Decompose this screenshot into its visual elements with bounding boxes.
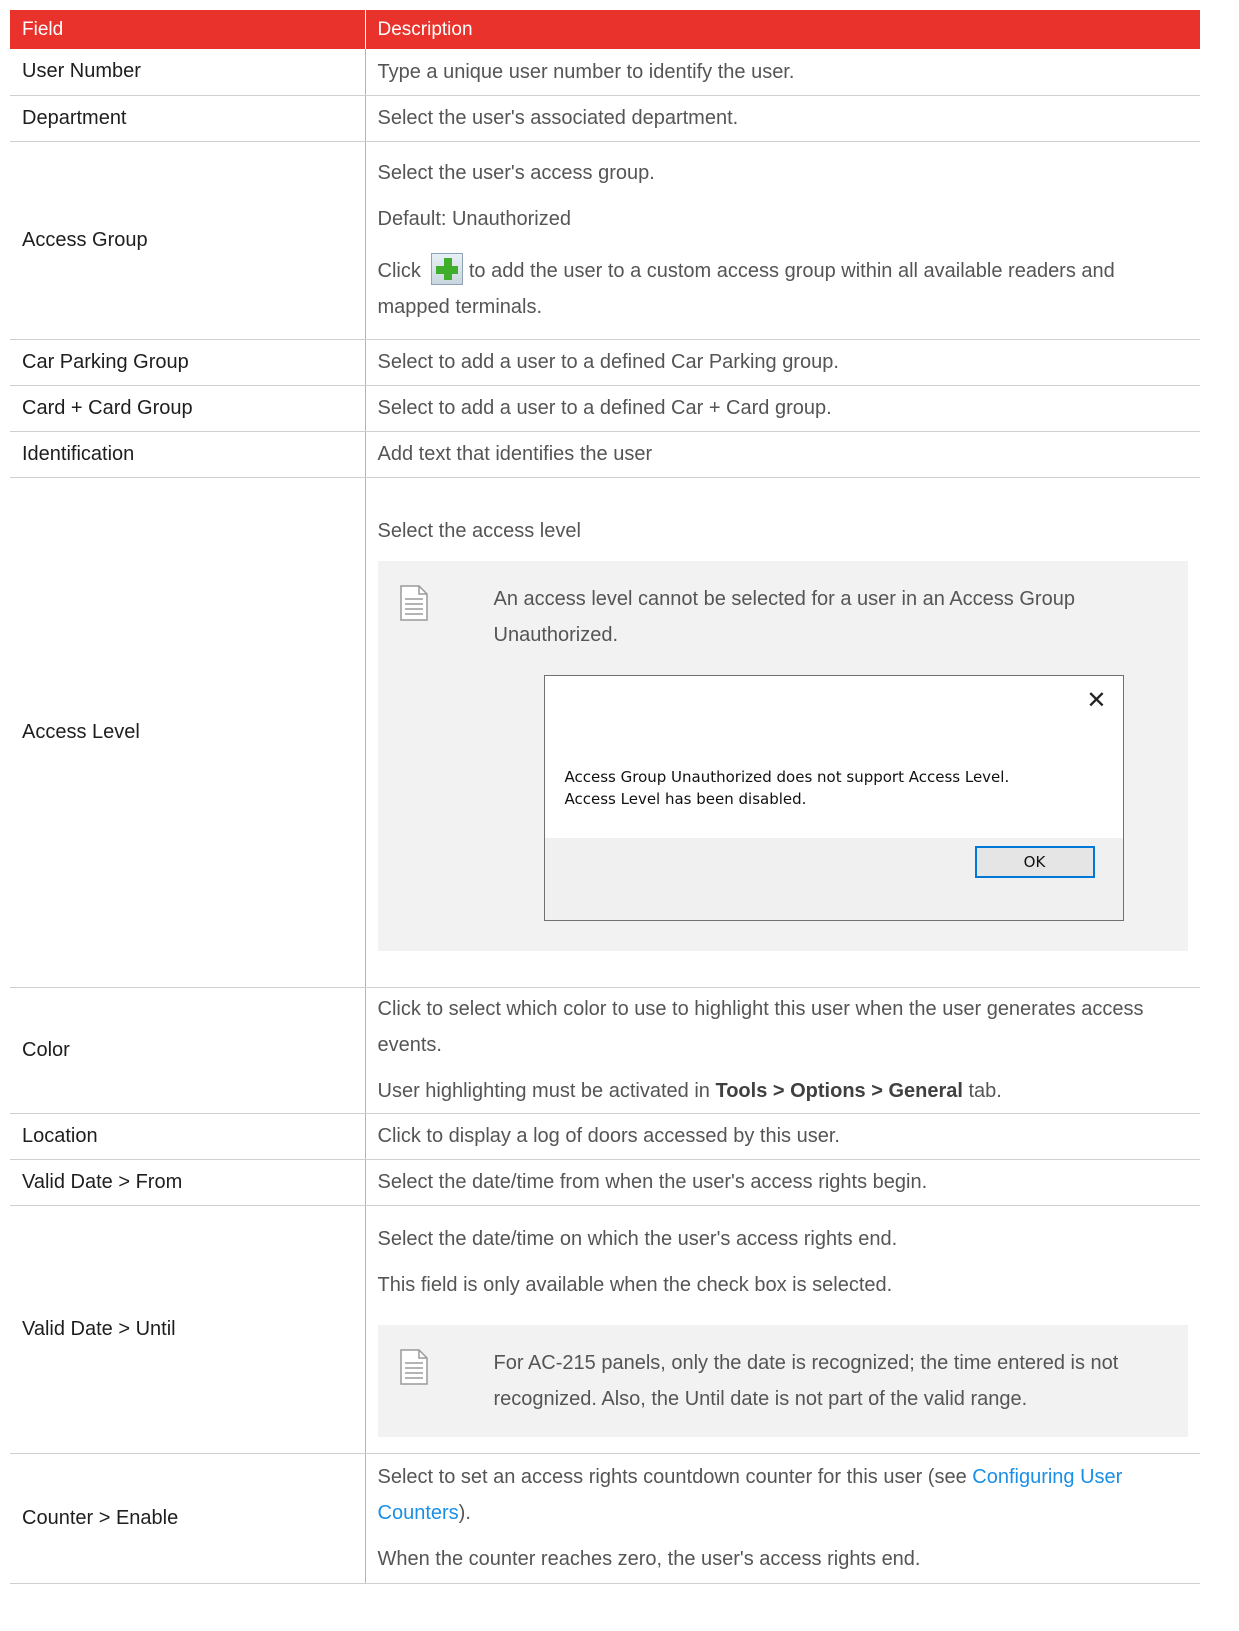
field-name: Counter > Enable [10,1453,366,1584]
note-box: An access level cannot be selected for a… [377,561,1188,951]
table-row: Counter > Enable Select to set an access… [10,1453,1200,1584]
header-field: Field [10,10,366,49]
dialog-message-line: Access Group Unauthorized does not suppo… [564,768,1010,786]
description-default: Default: Unauthorized [377,208,571,230]
click-suffix: to add the user to a custom access group… [377,260,1115,318]
field-name: Color [10,987,366,1114]
field-description: Add text that identifies the user [365,431,1200,478]
table-row: Access Group Select the user's access gr… [10,141,1200,340]
field-description: Select to add a user to a defined Car Pa… [365,339,1200,386]
table-row: Location Click to display a log of doors… [10,1113,1200,1160]
description-text: Select to add a user to a defined Car Pa… [377,351,839,373]
table-row: Valid Date > Until Select the date/time … [10,1205,1200,1454]
close-icon[interactable]: ✕ [1086,688,1106,712]
table-row: User Number Type a unique user number to… [10,49,1200,96]
note-text: An access level cannot be selected for a… [493,588,1075,646]
field-description: Select the user's associated department. [365,95,1200,142]
field-description: Select the access level An access level … [365,477,1200,988]
description-text: Select the date/time from when the user'… [377,1171,928,1193]
description-text: This field is only available when the ch… [377,1274,893,1296]
table-row: Department Select the user's associated … [10,95,1200,142]
table-row: Valid Date > From Select the date/time f… [10,1159,1200,1206]
table-row: Identification Add text that identifies … [10,431,1200,478]
description-text: Click to select which color to use to hi… [377,998,1144,1056]
field-name: Location [10,1113,366,1160]
document-icon [399,1349,428,1385]
field-name: User Number [10,49,366,96]
ok-button[interactable]: OK [974,846,1095,878]
table-row: Car Parking Group Select to add a user t… [10,339,1200,386]
field-name: Department [10,95,366,142]
field-name: Access Level [10,477,366,988]
description-text: Select the user's access group. [377,162,655,184]
warning-dialog: ✕ Access Group Unauthorized does not sup… [543,675,1124,921]
description-highlight: User highlighting must be activated in T… [378,1073,1189,1109]
field-name: Identification [10,431,366,478]
counter-after: ). [458,1502,471,1524]
note-text: For AC-215 panels, only the date is reco… [493,1352,1119,1410]
description-text: Click to display a log of doors accessed… [377,1125,840,1147]
field-name: Access Group [10,141,366,340]
field-description: Click to select which color to use to hi… [365,987,1200,1114]
field-description: Click to display a log of doors accessed… [365,1113,1200,1160]
note-box: For AC-215 panels, only the date is reco… [377,1325,1188,1437]
header-row: Field Description [10,10,1200,49]
fields-table: Field Description User Number Type a uni… [10,10,1200,1584]
field-description: Select to set an access rights countdown… [365,1453,1200,1584]
field-description: Select the date/time from when the user'… [365,1159,1200,1206]
table-row: Access Level Select the access level An … [10,477,1200,988]
dialog-message: Access Group Unauthorized does not suppo… [565,766,1010,810]
description-text: Select to add a user to a defined Car + … [377,397,832,419]
dialog-message-line: Access Level has been disabled. [564,790,807,808]
table-row: Color Click to select which color to use… [10,987,1200,1114]
field-description: Select the user's access group. Default:… [365,141,1200,340]
field-name: Car Parking Group [10,339,366,386]
field-name: Valid Date > From [10,1159,366,1206]
plus-icon [430,253,463,285]
field-description: Type a unique user number to identify th… [365,49,1200,96]
click-prefix: Click [377,260,421,282]
table-row: Card + Card Group Select to add a user t… [10,385,1200,432]
description-text: Select the access level [377,520,581,542]
menu-path: Tools > Options > General [715,1080,963,1102]
header-description: Description [365,10,1200,49]
highlight-after: tab. [968,1080,1002,1102]
field-description: Select the date/time on which the user's… [365,1205,1200,1454]
description-text: Select the date/time on which the user's… [377,1228,898,1250]
description-counter: Select to set an access rights countdown… [378,1459,1189,1531]
field-description: Select to add a user to a defined Car + … [365,385,1200,432]
counter-before: Select to set an access rights countdown… [377,1466,967,1488]
field-name: Card + Card Group [10,385,366,432]
description-text: Type a unique user number to identify th… [377,60,795,83]
dialog-footer: OK [544,838,1123,920]
field-name: Valid Date > Until [10,1205,366,1454]
description-text: Select the user's associated department. [377,107,739,129]
description-text: When the counter reaches zero, the user'… [377,1548,921,1570]
highlight-before: User highlighting must be activated in [377,1080,710,1102]
document-icon [399,585,428,621]
description-text: Add text that identifies the user [377,443,653,465]
description-click: Click to add the user to a custom access … [378,253,1189,325]
